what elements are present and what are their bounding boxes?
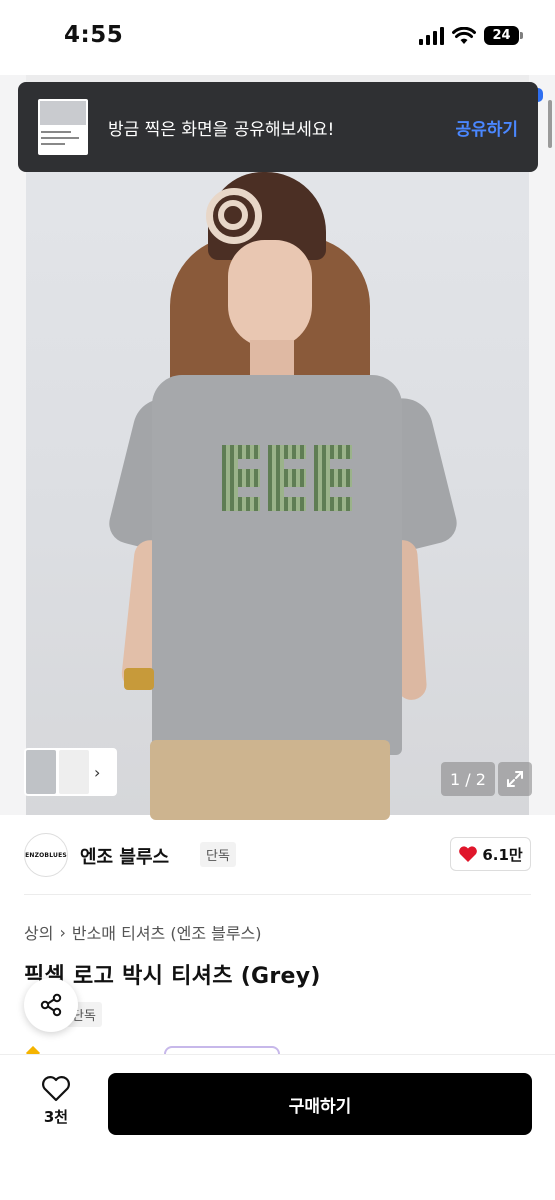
wishlist-button[interactable]: 3천 xyxy=(30,1075,82,1135)
status-time: 4:55 xyxy=(64,22,124,48)
brand-name[interactable]: 엔조 블루스 xyxy=(80,843,169,869)
status-bar: 4:55 24 xyxy=(0,0,555,75)
logo-letter-e xyxy=(314,445,352,511)
beanie-swirl-inner xyxy=(218,200,248,230)
buy-button[interactable]: 구매하기 xyxy=(108,1073,532,1135)
share-toast: 방금 찍은 화면을 공유해보세요! 공유하기 xyxy=(18,82,538,172)
thumbnail-strip[interactable]: › xyxy=(24,748,117,796)
heart-icon xyxy=(42,1076,70,1102)
logo-letter-e xyxy=(222,445,260,511)
thumbnail-image[interactable] xyxy=(59,750,89,794)
logo-letter-e xyxy=(268,445,306,511)
rating-row-peek xyxy=(24,1046,284,1054)
heart-icon xyxy=(459,846,478,862)
brand-like-count: 6.1만 xyxy=(482,845,523,864)
breadcrumb-item[interactable]: 상의 xyxy=(24,920,53,944)
chevron-right-icon: › xyxy=(59,922,66,942)
review-pill xyxy=(164,1046,280,1054)
battery-icon: 24 xyxy=(484,26,523,45)
thumbnail-image[interactable] xyxy=(26,750,56,794)
brand-like-button[interactable]: 6.1만 xyxy=(450,837,531,871)
scrollbar[interactable] xyxy=(548,100,552,148)
breadcrumb-item[interactable]: 반소매 티셔츠 (엔조 블루스) xyxy=(72,920,262,944)
toast-message: 방금 찍은 화면을 공유해보세요! xyxy=(108,119,335,140)
model-skirt xyxy=(150,740,390,820)
toast-screenshot-thumbnail[interactable] xyxy=(38,99,88,155)
expand-icon[interactable] xyxy=(498,762,532,796)
wishlist-count: 3천 xyxy=(43,1108,69,1126)
gallery-page-counter: 1 / 2 xyxy=(441,762,495,796)
gallery-edge-right xyxy=(529,75,555,815)
model-watch xyxy=(124,668,154,690)
chevron-right-icon[interactable]: › xyxy=(94,763,100,782)
wifi-icon xyxy=(452,26,476,44)
breadcrumb: 상의 › 반소매 티셔츠 (엔조 블루스) xyxy=(24,920,262,944)
status-icons: 24 xyxy=(419,26,523,45)
bottom-action-bar: 3천 구매하기 xyxy=(0,1054,555,1200)
battery-level: 24 xyxy=(492,28,511,43)
brand-row[interactable]: ENZOBLUES 엔조 블루스 단독 6.1만 xyxy=(24,815,531,895)
grey-tshirt xyxy=(152,375,402,755)
share-icon xyxy=(40,993,62,1017)
brand-logo[interactable]: ENZOBLUES xyxy=(24,833,68,877)
model-face xyxy=(228,240,312,348)
star-icon xyxy=(25,1046,41,1054)
plaid-ee-logo xyxy=(222,445,352,511)
gallery-edge-left xyxy=(0,75,26,815)
brand-exclusive-badge: 단독 xyxy=(200,842,236,867)
share-button[interactable] xyxy=(24,978,78,1032)
toast-share-button[interactable]: 공유하기 xyxy=(455,115,518,140)
model-neck xyxy=(250,340,294,380)
signal-icon xyxy=(419,26,444,45)
